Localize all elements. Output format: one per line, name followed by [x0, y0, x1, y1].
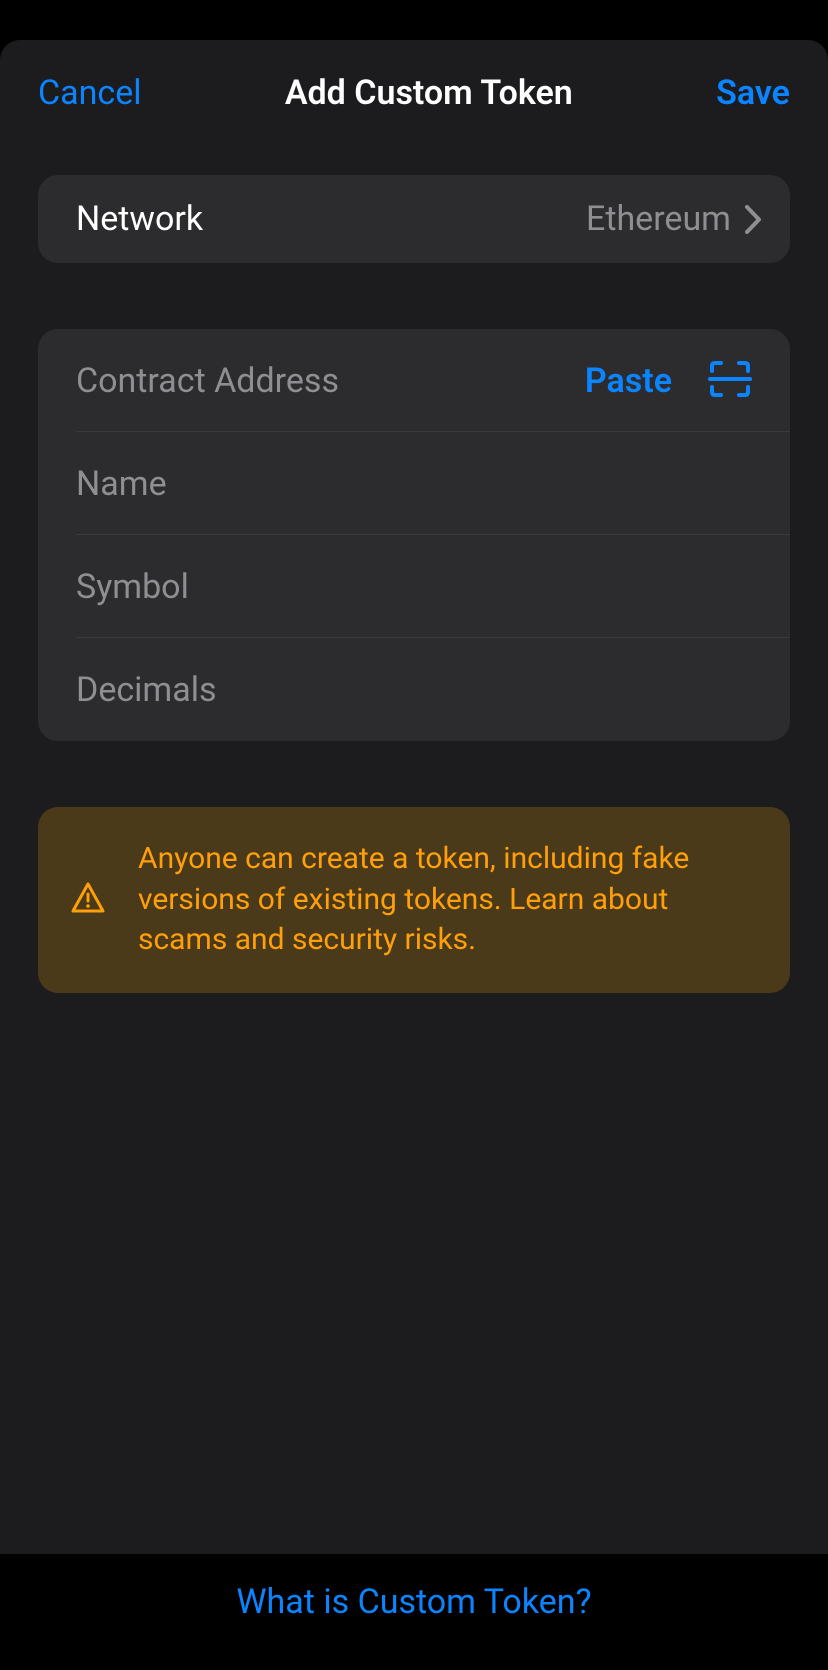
modal-footer: What is Custom Token?: [0, 1554, 828, 1670]
form-group: Paste: [38, 329, 790, 741]
decimals-input[interactable]: [76, 670, 752, 710]
modal-header: Cancel Add Custom Token Save: [0, 40, 828, 145]
scan-icon: [708, 359, 752, 403]
save-button[interactable]: Save: [716, 73, 790, 113]
warning-text: Anyone can create a token, including fak…: [138, 839, 758, 961]
symbol-input[interactable]: [76, 567, 752, 607]
network-value-container: Ethereum: [586, 199, 762, 239]
chevron-right-icon: [745, 205, 762, 234]
warning-icon: [70, 881, 106, 919]
name-row: [38, 432, 790, 535]
what-is-custom-token-link[interactable]: What is Custom Token?: [236, 1582, 591, 1622]
modal-title: Add Custom Token: [285, 73, 573, 113]
decimals-row: [38, 638, 790, 741]
network-value: Ethereum: [586, 199, 731, 239]
name-input[interactable]: [76, 464, 752, 504]
warning-box[interactable]: Anyone can create a token, including fak…: [38, 807, 790, 993]
cancel-button[interactable]: Cancel: [38, 73, 142, 113]
network-label: Network: [76, 199, 203, 239]
contract-address-input[interactable]: [76, 361, 585, 401]
network-selector[interactable]: Network Ethereum: [38, 175, 790, 263]
modal-content: Network Ethereum Paste: [0, 175, 828, 993]
paste-button[interactable]: Paste: [585, 361, 672, 401]
scan-button[interactable]: [708, 359, 752, 403]
symbol-row: [38, 535, 790, 638]
add-custom-token-modal: Cancel Add Custom Token Save Network Eth…: [0, 40, 828, 1670]
contract-address-row: Paste: [38, 329, 790, 432]
